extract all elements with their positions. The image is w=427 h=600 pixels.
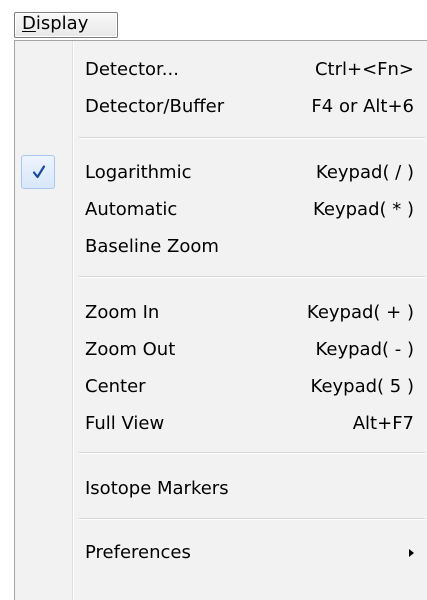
display-menu-mnemonic: D — [22, 13, 36, 34]
menu-item-shortcut: Keypad( 5 ) — [310, 376, 414, 397]
menu-item-label: Isotope Markers — [85, 478, 229, 499]
menu-item-label: Logarithmic — [85, 162, 192, 183]
menu-item-zoom-in[interactable]: Zoom In Keypad( + ) — [16, 294, 426, 331]
menu-item-label: Detector... — [85, 59, 179, 80]
menu-item-label: Zoom Out — [85, 339, 176, 360]
checkmark-icon — [32, 165, 46, 179]
menu-item-full-view[interactable]: Full View Alt+F7 — [16, 405, 426, 442]
menu-item-baseline-zoom[interactable]: Baseline Zoom — [16, 228, 426, 265]
menu-separator — [79, 518, 425, 520]
menu-item-isotope-markers[interactable]: Isotope Markers — [16, 470, 426, 507]
menu-item-label: Baseline Zoom — [85, 236, 219, 257]
menu-item-label: Automatic — [85, 199, 178, 220]
menu-item-automatic[interactable]: Automatic Keypad( * ) — [16, 191, 426, 228]
menu-item-preferences[interactable]: Preferences — [16, 534, 426, 571]
menu-item-shortcut: Keypad( + ) — [306, 302, 414, 323]
chevron-right-icon — [409, 549, 414, 557]
menu-item-shortcut: Ctrl+<Fn> — [314, 59, 414, 80]
menu-item-shortcut: Keypad( * ) — [312, 199, 414, 220]
display-menu-button[interactable]: Display — [14, 12, 118, 38]
menu-item-label: Preferences — [85, 542, 191, 563]
menu-item-zoom-out[interactable]: Zoom Out Keypad( - ) — [16, 331, 426, 368]
menu-item-detector-buffer[interactable]: Detector/Buffer F4 or Alt+6 — [16, 88, 426, 125]
menu-item-label: Full View — [85, 413, 165, 434]
menu-separator — [79, 452, 425, 454]
checked-state-indicator — [21, 155, 55, 189]
menu-item-detector[interactable]: Detector... Ctrl+<Fn> — [16, 51, 426, 88]
menu-item-shortcut: Alt+F7 — [352, 413, 414, 434]
menu-item-shortcut: F4 or Alt+6 — [311, 96, 414, 117]
menu-item-label: Zoom In — [85, 302, 160, 323]
menubar: Display — [0, 0, 427, 42]
display-menu-label: isplay — [35, 13, 89, 34]
menu-item-logarithmic[interactable]: Logarithmic Keypad( / ) — [16, 154, 426, 191]
display-dropdown-menu: Detector... Ctrl+<Fn> Detector/Buffer F4… — [14, 40, 427, 600]
menu-item-shortcut: Keypad( - ) — [315, 339, 415, 360]
menu-item-center[interactable]: Center Keypad( 5 ) — [16, 368, 426, 405]
menu-item-label: Center — [85, 376, 146, 397]
menu-separator — [79, 137, 425, 139]
menu-separator — [79, 276, 425, 278]
menu-item-shortcut: Keypad( / ) — [315, 162, 414, 183]
menu-item-label: Detector/Buffer — [85, 96, 225, 117]
